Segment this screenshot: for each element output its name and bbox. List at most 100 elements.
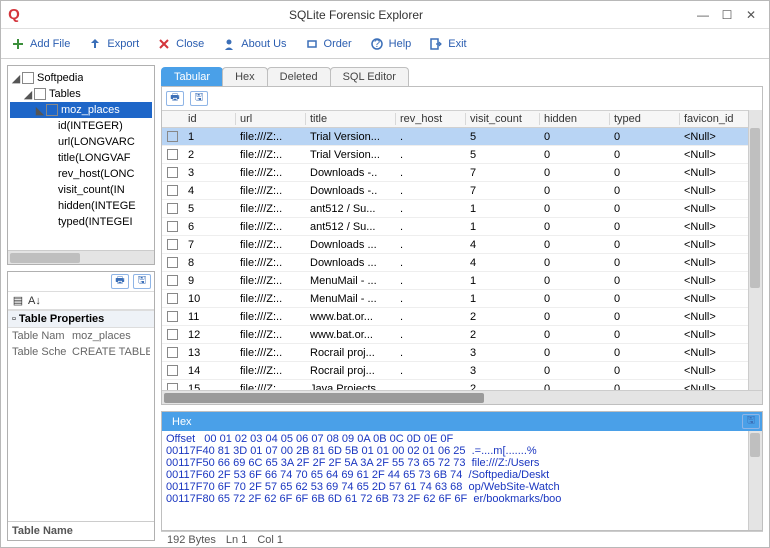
tree-hscrollbar[interactable] <box>8 250 154 264</box>
status-bytes: 192 Bytes <box>167 534 216 546</box>
row-checkbox[interactable] <box>167 239 178 250</box>
grid-print-icon[interactable]: 🖶 <box>166 91 184 106</box>
cell-visit-count: 3 <box>466 347 540 359</box>
table-row[interactable]: 3file:///Z:..Downloads -...700<Null> <box>162 164 762 182</box>
table-row[interactable]: 15file:///Z:..Java Projects.200<Null> <box>162 380 762 390</box>
row-checkbox[interactable] <box>167 311 178 322</box>
prop-row[interactable]: Table ScheCREATE TABLE n <box>8 344 154 360</box>
row-checkbox[interactable] <box>167 149 178 160</box>
hex-view[interactable]: Offset 00 01 02 03 04 05 06 07 08 09 0A … <box>162 431 762 530</box>
tab-hex[interactable]: Hex <box>222 67 268 86</box>
tree-item[interactable]: typed(INTEGEI <box>10 214 152 230</box>
exit-button[interactable]: Exit <box>429 37 466 51</box>
data-grid[interactable]: id url title rev_host visit_count hidden… <box>162 110 762 404</box>
table-row[interactable]: 6file:///Z:..ant512 / Su....100<Null> <box>162 218 762 236</box>
row-checkbox[interactable] <box>167 221 178 232</box>
tree-label: rev_host(LONC <box>58 168 134 180</box>
tree-twisty-icon[interactable]: ◢ <box>10 72 22 85</box>
export-button[interactable]: Export <box>88 37 139 51</box>
col-rev-host[interactable]: rev_host <box>396 113 466 125</box>
tree-item[interactable]: hidden(INTEGE <box>10 198 152 214</box>
table-row[interactable]: 7file:///Z:..Downloads ....400<Null> <box>162 236 762 254</box>
tree-label: title(LONGVAF <box>58 152 131 164</box>
table-row[interactable]: 12file:///Z:..www.bat.or....200<Null> <box>162 326 762 344</box>
help-button[interactable]: ?Help <box>370 37 412 51</box>
row-checkbox[interactable] <box>167 275 178 286</box>
row-checkbox[interactable] <box>167 185 178 196</box>
col-id[interactable]: id <box>184 113 236 125</box>
cell-title: Rocrail proj... <box>306 347 396 359</box>
prop-group-header[interactable]: ▫Table Properties <box>8 310 154 328</box>
tree-twisty-icon[interactable]: ◢ <box>22 88 34 101</box>
col-hidden[interactable]: hidden <box>540 113 610 125</box>
row-checkbox[interactable] <box>167 383 178 390</box>
status-line: Ln 1 <box>226 534 247 546</box>
table-row[interactable]: 4file:///Z:..Downloads -...700<Null> <box>162 182 762 200</box>
col-url[interactable]: url <box>236 113 306 125</box>
tree-twisty-icon[interactable]: ◣ <box>34 104 46 117</box>
print-icon[interactable]: 🖶 <box>111 274 129 289</box>
cell-visit-count: 5 <box>466 131 540 143</box>
table-row[interactable]: 5file:///Z:..ant512 / Su....100<Null> <box>162 200 762 218</box>
cell-typed: 0 <box>610 149 680 161</box>
close-button[interactable]: Close <box>157 37 204 51</box>
person-icon <box>222 37 236 51</box>
tree-item[interactable]: title(LONGVAF <box>10 150 152 166</box>
row-checkbox[interactable] <box>167 329 178 340</box>
row-checkbox[interactable] <box>167 347 178 358</box>
tree-label: typed(INTEGEI <box>58 216 133 228</box>
minimize-button[interactable]: — <box>691 5 715 25</box>
maximize-button[interactable]: ☐ <box>715 5 739 25</box>
close-window-button[interactable]: ✕ <box>739 5 763 25</box>
tree-item[interactable]: ◢Tables <box>10 86 152 102</box>
cell-visit-count: 7 <box>466 167 540 179</box>
hex-export-icon[interactable]: 🖫 <box>742 414 760 429</box>
sort-az-icon[interactable]: A↓ <box>28 295 40 307</box>
tab-sql-editor[interactable]: SQL Editor <box>330 67 409 86</box>
tree-item[interactable]: url(LONGVARC <box>10 134 152 150</box>
db-tree[interactable]: ◢Softpedia◢Tables◣moz_placesid(INTEGER)u… <box>8 66 154 250</box>
col-typed[interactable]: typed <box>610 113 680 125</box>
table-row[interactable]: 2file:///Z:..Trial Version....500<Null> <box>162 146 762 164</box>
about-button[interactable]: About Us <box>222 37 286 51</box>
row-checkbox[interactable] <box>167 167 178 178</box>
col-visit-count[interactable]: visit_count <box>466 113 540 125</box>
tab-tabular[interactable]: Tabular <box>161 67 223 86</box>
table-row[interactable]: 10file:///Z:..MenuMail - ....100<Null> <box>162 290 762 308</box>
order-button[interactable]: Order <box>305 37 352 51</box>
table-row[interactable]: 8file:///Z:..Downloads ....400<Null> <box>162 254 762 272</box>
cell-id: 5 <box>184 203 236 215</box>
table-row[interactable]: 9file:///Z:..MenuMail - ....100<Null> <box>162 272 762 290</box>
cell-title: Downloads ... <box>306 257 396 269</box>
tree-checkbox[interactable] <box>34 88 46 100</box>
prop-sort-bar[interactable]: ▤ A↓ <box>8 291 154 310</box>
export-icon[interactable]: 🖫 <box>133 274 151 289</box>
grid-header[interactable]: id url title rev_host visit_count hidden… <box>162 110 762 128</box>
tree-item[interactable]: ◣moz_places <box>10 102 152 118</box>
row-checkbox[interactable] <box>167 131 178 142</box>
table-row[interactable]: 11file:///Z:..www.bat.or....200<Null> <box>162 308 762 326</box>
hex-tab[interactable]: Hex <box>162 413 202 431</box>
table-row[interactable]: 14file:///Z:..Rocrail proj....300<Null> <box>162 362 762 380</box>
tree-item[interactable]: visit_count(IN <box>10 182 152 198</box>
table-row[interactable]: 13file:///Z:..Rocrail proj....300<Null> <box>162 344 762 362</box>
tree-item[interactable]: rev_host(LONC <box>10 166 152 182</box>
prop-row[interactable]: Table Nammoz_places <box>8 328 154 344</box>
hex-vscrollbar[interactable] <box>748 431 762 530</box>
sort-cat-icon[interactable]: ▤ <box>12 294 24 307</box>
grid-vscrollbar[interactable] <box>748 110 762 390</box>
tree-checkbox[interactable] <box>46 104 58 116</box>
grid-export-icon[interactable]: 🖫 <box>190 91 208 106</box>
tree-item[interactable]: id(INTEGER) <box>10 118 152 134</box>
grid-hscrollbar[interactable] <box>162 390 762 404</box>
col-title[interactable]: title <box>306 113 396 125</box>
table-row[interactable]: 1file:///Z:..Trial Version....500<Null> <box>162 128 762 146</box>
tree-item[interactable]: ◢Softpedia <box>10 70 152 86</box>
tab-deleted[interactable]: Deleted <box>267 67 331 86</box>
row-checkbox[interactable] <box>167 293 178 304</box>
row-checkbox[interactable] <box>167 257 178 268</box>
tree-checkbox[interactable] <box>22 72 34 84</box>
row-checkbox[interactable] <box>167 365 178 376</box>
add-file-button[interactable]: Add File <box>11 37 70 51</box>
row-checkbox[interactable] <box>167 203 178 214</box>
